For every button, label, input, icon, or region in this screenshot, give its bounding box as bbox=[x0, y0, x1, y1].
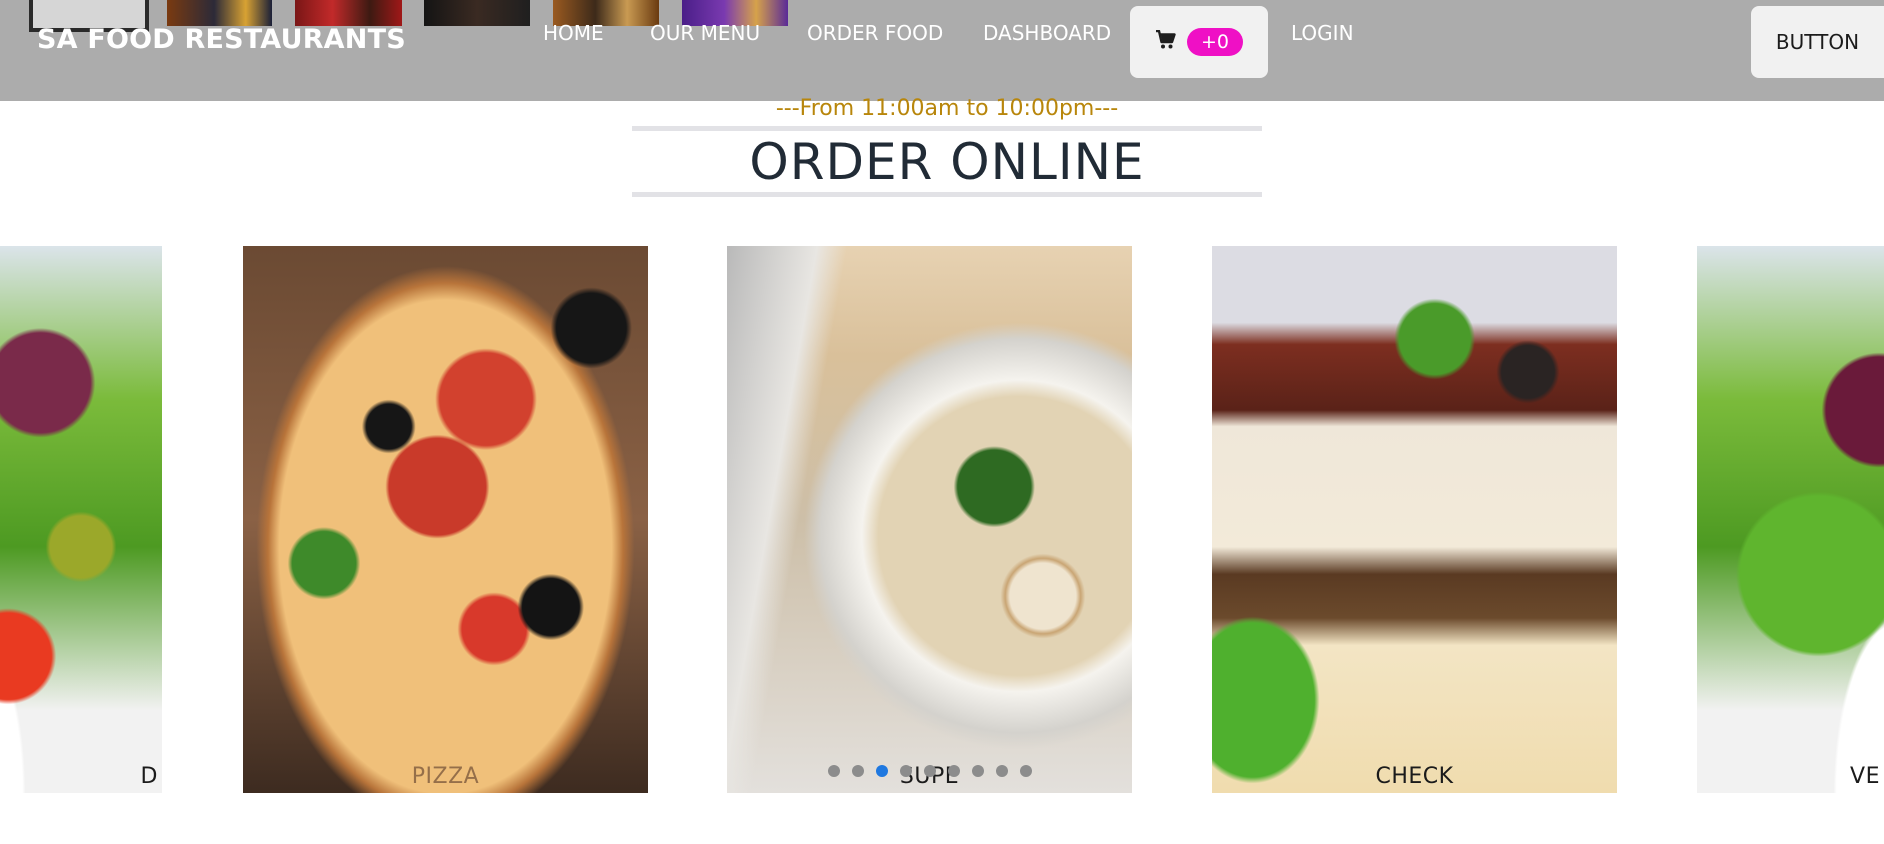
nav-our-menu[interactable]: OUR MENU bbox=[650, 21, 760, 45]
carousel-card-salad[interactable]: D bbox=[0, 246, 162, 793]
thumbnail-3[interactable] bbox=[295, 0, 402, 26]
carousel-indicator[interactable] bbox=[899, 765, 912, 777]
carousel-card-label: CHECK bbox=[1375, 764, 1454, 789]
brand-name[interactable]: SA FOOD RESTAURANTS bbox=[37, 24, 406, 55]
carousel-card-pizza[interactable]: PIZZA bbox=[243, 246, 648, 793]
cart-button[interactable]: +0 bbox=[1130, 6, 1268, 78]
carousel-indicator[interactable] bbox=[947, 765, 960, 777]
thumbnail-2[interactable] bbox=[167, 0, 272, 26]
carousel-indicator[interactable] bbox=[971, 765, 984, 777]
carousel-indicator[interactable] bbox=[995, 765, 1008, 777]
navbar: SA FOOD RESTAURANTS HOME OUR MENU ORDER … bbox=[0, 0, 1884, 101]
carousel-indicator[interactable] bbox=[851, 765, 864, 777]
cake-image bbox=[1212, 246, 1617, 793]
carousel-card-label: PIZZA bbox=[411, 764, 480, 789]
carousel-card-label: D bbox=[140, 764, 158, 789]
carousel-card-label: VE bbox=[1850, 764, 1880, 789]
veg-image bbox=[1697, 246, 1884, 793]
nav-order-food[interactable]: ORDER FOOD bbox=[807, 21, 943, 45]
title-divider-bottom bbox=[632, 192, 1262, 197]
carousel-indicator[interactable] bbox=[1019, 765, 1032, 777]
carousel-indicator[interactable] bbox=[827, 765, 840, 777]
cart-icon bbox=[1155, 29, 1177, 54]
carousel-indicator-active[interactable] bbox=[875, 765, 888, 777]
salad-image bbox=[0, 246, 162, 793]
soup-image bbox=[727, 246, 1132, 793]
title-divider-top bbox=[632, 126, 1262, 131]
nav-login[interactable]: LOGIN bbox=[1291, 21, 1354, 45]
nav-dashboard[interactable]: DASHBOARD bbox=[983, 21, 1111, 45]
carousel-indicators bbox=[727, 765, 1132, 777]
opening-hours: ---From 11:00am to 10:00pm--- bbox=[775, 96, 1119, 121]
pizza-image bbox=[243, 246, 648, 793]
page-title: ORDER ONLINE bbox=[749, 133, 1145, 191]
header-button[interactable]: BUTTON bbox=[1751, 6, 1884, 78]
carousel-card-veg[interactable]: VE bbox=[1697, 246, 1884, 793]
food-carousel[interactable]: D PIZZA SUPE CHECK VE bbox=[0, 246, 1884, 793]
thumbnail-4[interactable] bbox=[424, 0, 530, 26]
cart-count-badge: +0 bbox=[1186, 28, 1243, 56]
carousel-card-cake[interactable]: CHECK bbox=[1212, 246, 1617, 793]
carousel-card-soup[interactable]: SUPE bbox=[727, 246, 1132, 793]
carousel-indicator[interactable] bbox=[923, 765, 936, 777]
nav-home[interactable]: HOME bbox=[543, 21, 604, 45]
